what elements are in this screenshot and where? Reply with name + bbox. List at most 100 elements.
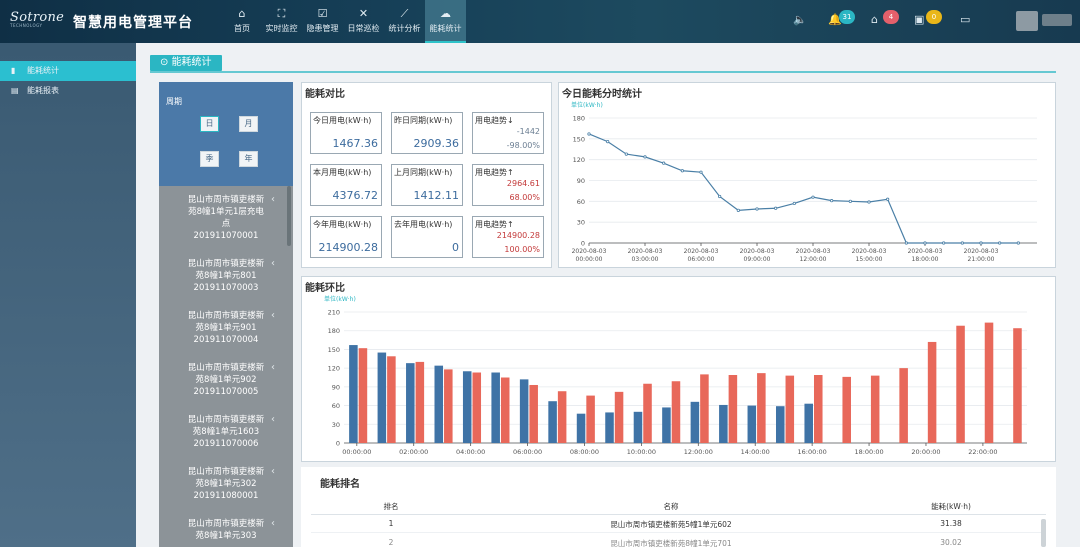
ranking-table-header: 排名 名称 能耗(kW·h) [311, 501, 1046, 515]
sidebar-item-energy-stats[interactable]: ▮ 能耗统计 [0, 61, 136, 81]
device-icon[interactable]: ▣ 0 [914, 10, 942, 26]
bar-previous [358, 348, 368, 443]
nav-hazard-management[interactable]: ☑ 隐患管理 [302, 0, 343, 43]
metric-label: 用电趋势↓ [475, 116, 514, 125]
bar-chart-title: 能耗环比 [305, 283, 345, 294]
bar-previous [557, 391, 567, 443]
device-item[interactable]: 昆山市周市镇吏楼新 苑8幢1单元302 201911080001 ‹ [159, 458, 293, 510]
row-energy: 31.38 [940, 519, 962, 528]
data-point [699, 170, 703, 174]
metric-diff: 214900.28 [496, 231, 540, 240]
app-title: 智慧用电管理平台 [73, 15, 193, 31]
y-tick-label: 120 [573, 156, 585, 164]
x-tick-label: 10:00:00 [627, 448, 656, 456]
series-line [588, 133, 1019, 244]
device-item[interactable]: 昆山市周市镇吏楼新 苑8幢1单元1603 201911070006 ‹ [159, 406, 293, 458]
table-row[interactable]: 2 昆山市周市镇吏楼新苑8幢1单元701 30.02 [311, 538, 1046, 547]
device-list-scrollbar[interactable] [287, 186, 291, 246]
x-tick-label: 20:00:00 [911, 448, 940, 456]
nav-label: 统计分析 [388, 24, 421, 33]
bar-current [719, 404, 728, 443]
bell-badge: 31 [839, 10, 855, 24]
avatar[interactable] [1016, 11, 1038, 31]
nav-energy-statistics[interactable]: ☁ 能耗统计 [425, 0, 466, 43]
energy-bar-chart: 单位(kW·h) 0 30 60 90 120 150 180 210 00:00:00 02:00… [324, 295, 1027, 456]
data-point [736, 208, 740, 212]
device-item[interactable]: 昆山市周市镇吏楼新 苑8幢1单元901 201911070004 ‹ [159, 302, 293, 354]
period-month-button[interactable]: 月 [239, 116, 258, 132]
chevron-left-icon[interactable]: ‹ [271, 310, 275, 322]
data-point [662, 161, 666, 165]
device-item[interactable]: 昆山市周市镇吏楼新 苑8幢1单元303 ‹ [159, 510, 293, 547]
hourly-chart-title: 今日能耗分时统计 [562, 89, 642, 100]
x-tick-time: 09:00:00 [744, 256, 771, 263]
device-code: 201911070006 [193, 439, 259, 449]
device-address: 苑8幢1单元1603 [192, 427, 260, 437]
nav-statistics[interactable]: ⟋ 统计分析 [384, 0, 425, 43]
period-selector: 周期 日 月 季 年 [159, 82, 293, 186]
metric-label: 昨日同期(kW·h) [394, 116, 453, 125]
chevron-left-icon[interactable]: ‹ [271, 194, 275, 206]
x-tick-time: 15:00:00 [856, 256, 883, 263]
metric-value: 4376.72 [332, 189, 379, 202]
tools-icon: ✕ [358, 7, 369, 20]
x-tick-date: 2020-08-03 [964, 248, 999, 255]
bar-previous [813, 375, 823, 443]
bar-current [434, 365, 444, 443]
chevron-left-icon[interactable]: ‹ [271, 258, 275, 270]
bar-previous [529, 384, 538, 443]
chevron-left-icon[interactable]: ‹ [271, 466, 275, 478]
bell-icon[interactable]: 🔔 31 [828, 10, 855, 26]
nav-daily-inspection[interactable]: ✕ 日常巡检 [343, 0, 384, 43]
device-item[interactable]: 昆山市周市镇吏楼新 苑8幢1单元902 201911070005 ‹ [159, 354, 293, 406]
y-tick-label: 180 [573, 115, 585, 123]
screen-icon[interactable]: ▭ [960, 13, 970, 26]
metric-label: 本月用电(kW·h) [313, 168, 372, 177]
page-tab-label: 能耗统计 [171, 57, 212, 68]
ranking-title: 能耗排名 [320, 479, 360, 490]
metric-diff: 2964.61 [506, 179, 540, 188]
y-tick-label: 210 [328, 309, 340, 317]
nav-realtime-monitor[interactable]: ⛶ 实时监控 [261, 0, 302, 43]
device-address: 点 [221, 219, 231, 229]
page-tab[interactable]: ⊙ 能耗统计 [150, 55, 222, 71]
house-alert-icon[interactable]: ⌂ 4 [871, 10, 899, 26]
x-tick-time: 18:00:00 [912, 256, 939, 263]
bar-previous [984, 322, 994, 443]
period-year-button[interactable]: 年 [239, 151, 258, 167]
device-address: 苑8幢1单元302 [195, 479, 257, 489]
metric-value: 1412.11 [413, 189, 460, 202]
x-tick-date: 2020-08-03 [908, 248, 943, 255]
header-rank: 排名 [383, 502, 399, 511]
page-divider [150, 71, 1056, 73]
period-day-button[interactable]: 日 [200, 116, 219, 132]
data-point [830, 199, 834, 203]
table-row[interactable]: 1 昆山市周市镇吏楼新苑5幢1单元602 31.38 [311, 519, 1046, 533]
device-address: 苑8幢1单元801 [195, 271, 257, 281]
data-point [755, 207, 759, 211]
table-icon: ▤ [11, 86, 19, 95]
bar-previous [870, 375, 880, 443]
y-tick-label: 150 [328, 346, 340, 354]
device-item[interactable]: 昆山市周市镇吏楼新 苑8幢1单元1层充电 点 201911070001 ‹ [159, 186, 293, 250]
device-item[interactable]: 昆山市周市镇吏楼新 苑8幢1单元801 201911070003 ‹ [159, 250, 293, 302]
chevron-left-icon[interactable]: ‹ [271, 414, 275, 426]
row-rank: 2 [388, 538, 394, 547]
bar-previous [614, 391, 624, 443]
chevron-left-icon[interactable]: ‹ [271, 362, 275, 374]
bar-current [491, 372, 500, 443]
metric-label: 上月同期(kW·h) [394, 168, 453, 177]
sidebar-item-energy-report[interactable]: ▤ 能耗报表 [0, 81, 136, 101]
data-point [923, 241, 927, 245]
x-tick-date: 2020-08-03 [572, 248, 607, 255]
data-point [811, 195, 815, 199]
brand-logo[interactable]: Sotrone TECHNOLOGY [10, 10, 72, 34]
analysis-icon: ⟋ [400, 7, 409, 20]
user-name-blurred[interactable] [1042, 14, 1072, 26]
chevron-left-icon[interactable]: ‹ [271, 518, 275, 530]
volume-icon[interactable]: 🔈 [793, 13, 807, 26]
bar-current [548, 401, 557, 443]
nav-home[interactable]: ⌂ 首页 [223, 0, 261, 43]
ranking-scrollbar[interactable] [1041, 519, 1046, 547]
period-quarter-button[interactable]: 季 [200, 151, 219, 167]
